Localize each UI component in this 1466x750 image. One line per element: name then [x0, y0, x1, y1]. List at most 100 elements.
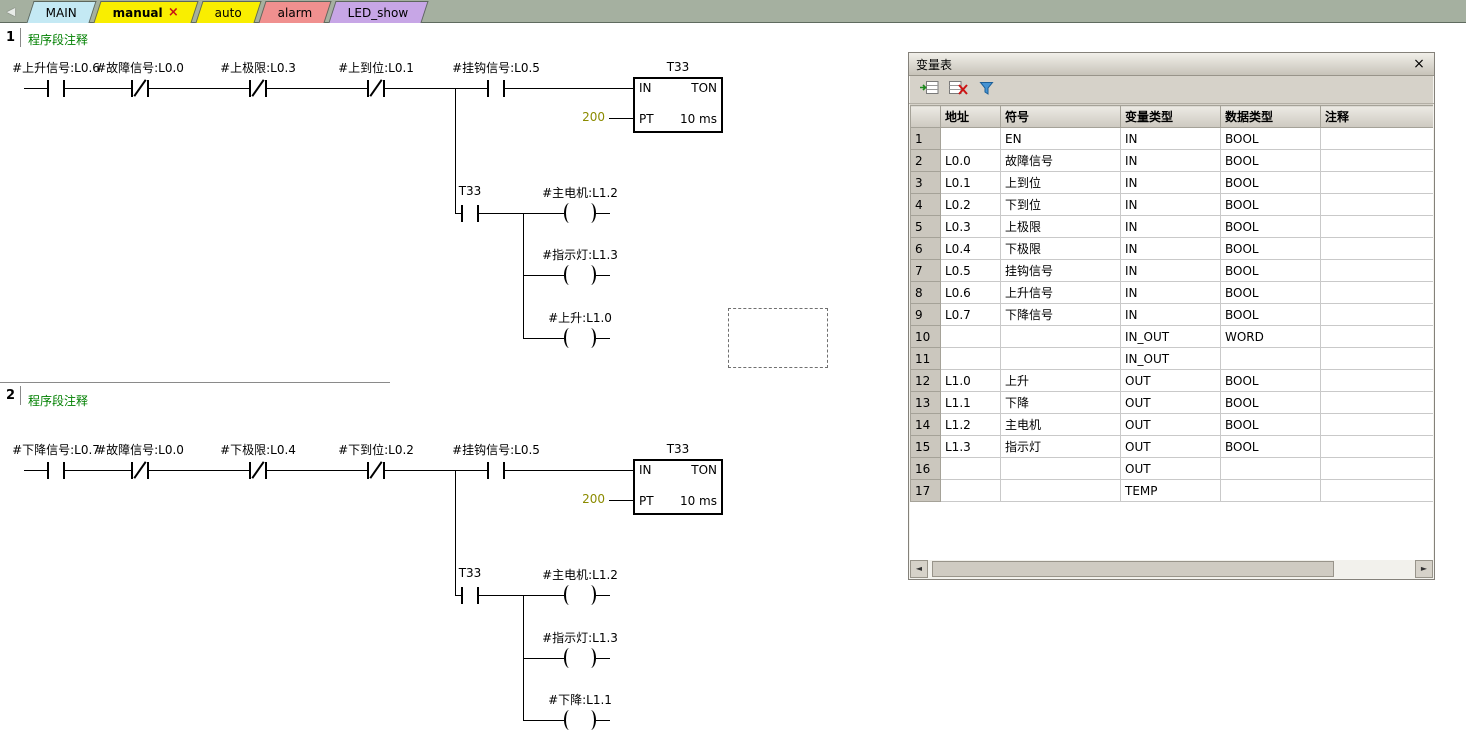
data-type-cell[interactable] — [1221, 348, 1321, 370]
close-icon[interactable]: × — [1411, 56, 1427, 72]
coil[interactable] — [585, 265, 596, 285]
variable-table-titlebar[interactable]: 变量表 × — [909, 53, 1434, 76]
var-type-cell[interactable]: IN — [1121, 238, 1221, 260]
symbol-cell[interactable]: 下到位 — [1001, 194, 1121, 216]
var-type-cell[interactable]: OUT — [1121, 458, 1221, 480]
timer-box[interactable]: INTONPT10 ms — [633, 459, 723, 515]
coil[interactable] — [564, 203, 575, 223]
comment-cell[interactable] — [1321, 304, 1434, 326]
data-type-cell[interactable]: BOOL — [1221, 216, 1321, 238]
network-comment[interactable]: 程序段注释 — [28, 31, 88, 48]
row-number-cell[interactable]: 13 — [911, 392, 941, 414]
horizontal-scrollbar[interactable]: ◄ ► — [910, 560, 1433, 578]
address-cell[interactable]: L0.1 — [941, 172, 1001, 194]
data-type-cell[interactable]: BOOL — [1221, 128, 1321, 150]
address-cell[interactable]: L0.5 — [941, 260, 1001, 282]
contact[interactable] — [489, 462, 503, 479]
comment-cell[interactable] — [1321, 458, 1434, 480]
row-number-cell[interactable]: 7 — [911, 260, 941, 282]
data-type-cell[interactable]: BOOL — [1221, 150, 1321, 172]
comment-cell[interactable] — [1321, 260, 1434, 282]
var-type-cell[interactable]: TEMP — [1121, 480, 1221, 502]
toolbar-button-sort[interactable] — [976, 80, 998, 100]
coil[interactable] — [564, 265, 575, 285]
data-type-cell[interactable]: BOOL — [1221, 194, 1321, 216]
symbol-cell[interactable]: 故障信号 — [1001, 150, 1121, 172]
tab-manual[interactable]: manual× — [94, 1, 199, 23]
symbol-cell[interactable] — [1001, 348, 1121, 370]
var-type-cell[interactable]: OUT — [1121, 436, 1221, 458]
toolbar-button-delete-row[interactable] — [947, 80, 969, 100]
symbol-cell[interactable] — [1001, 326, 1121, 348]
row-number-cell[interactable]: 17 — [911, 480, 941, 502]
comment-cell[interactable] — [1321, 194, 1434, 216]
address-cell[interactable]: L0.7 — [941, 304, 1001, 326]
tab-alarm[interactable]: alarm — [258, 1, 332, 23]
var-type-cell[interactable]: IN — [1121, 216, 1221, 238]
tab-auto[interactable]: auto — [195, 1, 261, 23]
data-type-cell[interactable]: BOOL — [1221, 370, 1321, 392]
var-type-cell[interactable]: IN — [1121, 282, 1221, 304]
symbol-cell[interactable] — [1001, 480, 1121, 502]
data-type-cell[interactable]: BOOL — [1221, 238, 1321, 260]
comment-cell[interactable] — [1321, 326, 1434, 348]
coil[interactable] — [585, 585, 596, 605]
address-cell[interactable]: L0.6 — [941, 282, 1001, 304]
tab-led_show[interactable]: LED_show — [329, 1, 429, 23]
comment-cell[interactable] — [1321, 282, 1434, 304]
row-number-cell[interactable]: 4 — [911, 194, 941, 216]
comment-cell[interactable] — [1321, 172, 1434, 194]
address-cell[interactable] — [941, 348, 1001, 370]
scrollbar-thumb[interactable] — [932, 561, 1334, 577]
row-number-cell[interactable]: 11 — [911, 348, 941, 370]
comment-cell[interactable] — [1321, 480, 1434, 502]
var-type-cell[interactable]: IN — [1121, 194, 1221, 216]
symbol-cell[interactable]: 上到位 — [1001, 172, 1121, 194]
address-cell[interactable] — [941, 480, 1001, 502]
var-type-cell[interactable]: OUT — [1121, 392, 1221, 414]
row-number-cell[interactable]: 14 — [911, 414, 941, 436]
data-type-cell[interactable]: BOOL — [1221, 172, 1321, 194]
data-type-cell[interactable] — [1221, 458, 1321, 480]
row-number-cell[interactable]: 5 — [911, 216, 941, 238]
address-cell[interactable]: L1.2 — [941, 414, 1001, 436]
contact[interactable] — [49, 462, 63, 479]
symbol-cell[interactable]: 下极限 — [1001, 238, 1121, 260]
data-type-cell[interactable] — [1221, 480, 1321, 502]
address-cell[interactable]: L1.3 — [941, 436, 1001, 458]
row-number-cell[interactable]: 15 — [911, 436, 941, 458]
coil[interactable] — [564, 328, 575, 348]
ladder-cursor-box[interactable] — [728, 308, 828, 368]
contact[interactable] — [463, 205, 477, 222]
comment-cell[interactable] — [1321, 348, 1434, 370]
toolbar-button-insert-row[interactable] — [918, 80, 940, 100]
row-number-cell[interactable]: 16 — [911, 458, 941, 480]
address-cell[interactable]: L1.0 — [941, 370, 1001, 392]
data-type-cell[interactable]: BOOL — [1221, 282, 1321, 304]
data-type-cell[interactable]: BOOL — [1221, 436, 1321, 458]
var-type-cell[interactable]: IN — [1121, 172, 1221, 194]
data-type-cell[interactable]: BOOL — [1221, 304, 1321, 326]
var-type-cell[interactable]: OUT — [1121, 414, 1221, 436]
coil[interactable] — [564, 648, 575, 668]
comment-cell[interactable] — [1321, 150, 1434, 172]
network-comment[interactable]: 程序段注释 — [28, 392, 88, 409]
row-number-cell[interactable]: 1 — [911, 128, 941, 150]
scroll-right-button[interactable]: ► — [1415, 560, 1433, 578]
coil[interactable] — [585, 648, 596, 668]
tab-close-icon[interactable]: × — [168, 5, 179, 20]
var-type-cell[interactable]: OUT — [1121, 370, 1221, 392]
address-cell[interactable] — [941, 458, 1001, 480]
scroll-left-button[interactable]: ◄ — [910, 560, 928, 578]
tab-main[interactable]: MAIN — [26, 1, 96, 23]
tab-scroll-left-button[interactable]: ◀ — [2, 3, 20, 20]
coil[interactable] — [564, 585, 575, 605]
coil[interactable] — [585, 328, 596, 348]
var-type-cell[interactable]: IN_OUT — [1121, 326, 1221, 348]
symbol-cell[interactable]: 上极限 — [1001, 216, 1121, 238]
symbol-cell[interactable]: 指示灯 — [1001, 436, 1121, 458]
symbol-cell[interactable]: 上升 — [1001, 370, 1121, 392]
row-number-cell[interactable]: 12 — [911, 370, 941, 392]
var-type-cell[interactable]: IN — [1121, 260, 1221, 282]
var-type-cell[interactable]: IN_OUT — [1121, 348, 1221, 370]
